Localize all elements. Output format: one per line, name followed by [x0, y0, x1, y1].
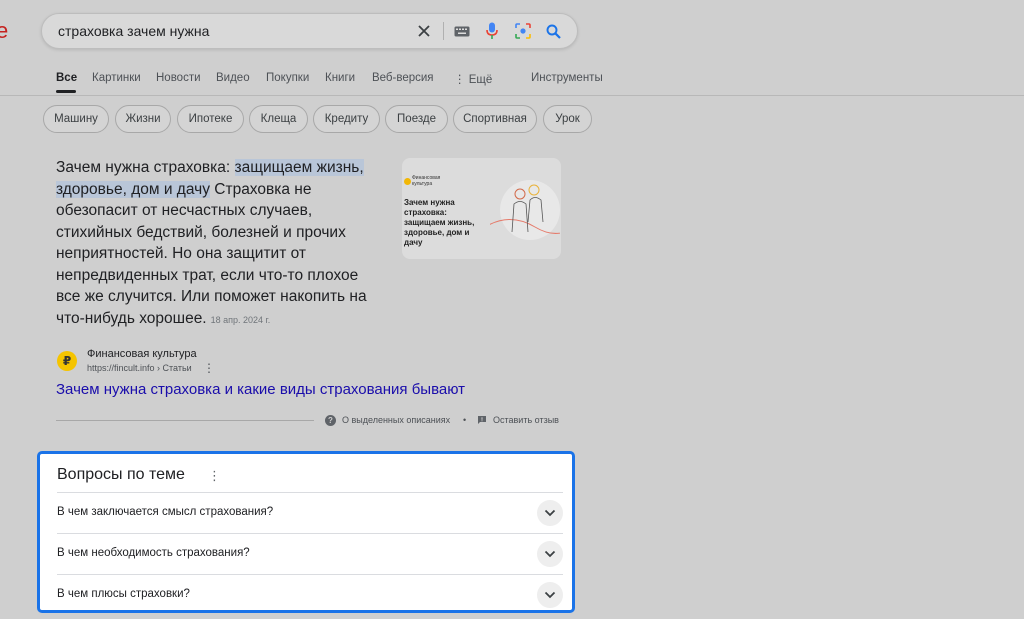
- question-text: В чем заключается смысл страхования?: [57, 506, 274, 518]
- brand-logo-icon: [404, 178, 411, 185]
- question-item[interactable]: В чем заключается смысл страхования?: [57, 492, 563, 534]
- separator-dot: •: [463, 415, 467, 425]
- tab-more[interactable]: ⋮ Ещё: [454, 72, 492, 86]
- snippet-lead: Зачем нужна страховка:: [56, 159, 235, 176]
- search-icon[interactable]: [542, 20, 564, 42]
- chip-sportivnaya[interactable]: Спортивная: [453, 105, 537, 133]
- search-input[interactable]: страховка зачем нужна: [58, 23, 209, 39]
- question-item[interactable]: В чем необходимость страхования?: [57, 533, 563, 575]
- divider: [56, 420, 314, 421]
- question-text: В чем необходимость страхования?: [57, 547, 250, 559]
- thumbnail-brand: Финансовая культура: [412, 175, 440, 187]
- tab-web[interactable]: Веб-версия: [372, 72, 434, 84]
- question-text: В чем плюсы страховки?: [57, 588, 190, 600]
- tab-all[interactable]: Все: [56, 72, 77, 84]
- tab-books[interactable]: Книги: [325, 72, 355, 84]
- thumbnail-title: Зачем нужна страховка: защищаем жизнь, з…: [404, 198, 475, 247]
- source-favicon[interactable]: ₽: [57, 351, 77, 371]
- chip-zhizni[interactable]: Жизни: [115, 105, 171, 133]
- source-url[interactable]: https://fincult.info › Статьи: [87, 363, 192, 373]
- lens-icon[interactable]: [512, 20, 534, 42]
- source-name[interactable]: Финансовая культура: [87, 348, 197, 360]
- tab-tools[interactable]: Инструменты: [531, 72, 603, 84]
- header-divider: [0, 95, 1024, 96]
- illustration-icon: [490, 180, 560, 240]
- related-questions-title: Вопросы по теме: [57, 466, 185, 483]
- chevron-down-icon[interactable]: [537, 582, 563, 608]
- tab-more-label: Ещё: [468, 74, 493, 86]
- feedback-link[interactable]: Оставить отзыв: [493, 415, 559, 425]
- chip-urok[interactable]: Урок: [543, 105, 592, 133]
- chevron-down-icon[interactable]: [537, 500, 563, 526]
- about-snippets-link[interactable]: О выделенных описаниях: [342, 415, 450, 425]
- keyboard-icon[interactable]: [451, 20, 473, 42]
- more-dots-icon: ⋮: [454, 74, 469, 86]
- microphone-icon[interactable]: [481, 20, 503, 42]
- tab-shopping[interactable]: Покупки: [266, 72, 309, 84]
- snippet-thumbnail[interactable]: Финансовая культура Зачем нужна страховка…: [402, 158, 561, 259]
- chevron-down-icon[interactable]: [537, 541, 563, 567]
- feedback-icon[interactable]: [477, 415, 487, 425]
- chip-ipoteke[interactable]: Ипотеке: [177, 105, 244, 133]
- related-questions-box: Вопросы по теме ⋮ В чем заключается смыс…: [37, 451, 575, 613]
- active-tab-indicator: [56, 90, 76, 93]
- help-icon[interactable]: ?: [325, 415, 336, 426]
- chip-kleshcha[interactable]: Клеща: [249, 105, 308, 133]
- divider: [443, 22, 444, 40]
- more-options-icon[interactable]: ⋮: [203, 361, 215, 375]
- thumbnail-brand-line: культура: [412, 181, 433, 187]
- search-bar[interactable]: страховка зачем нужна: [41, 13, 578, 49]
- snippet-date: 18 апр. 2024 г.: [210, 314, 271, 325]
- question-item[interactable]: В чем плюсы страховки?: [57, 574, 563, 616]
- more-options-icon[interactable]: ⋮: [208, 468, 221, 484]
- chip-poezde[interactable]: Поезде: [385, 105, 448, 133]
- result-title-link[interactable]: Зачем нужна страховка и какие виды страх…: [56, 381, 465, 398]
- clear-icon[interactable]: [413, 20, 435, 42]
- tab-images[interactable]: Картинки: [92, 72, 141, 84]
- tab-video[interactable]: Видео: [216, 72, 250, 84]
- featured-snippet-text: Зачем нужна страховка: защищаем жизнь, зд…: [56, 157, 386, 331]
- snippet-highlight: здоровье, дом и дачу: [56, 180, 210, 198]
- chip-kreditu[interactable]: Кредиту: [313, 105, 380, 133]
- snippet-body: Страховка не обезопасит от несчастных сл…: [56, 180, 367, 327]
- google-logo-fragment[interactable]: e: [0, 18, 8, 44]
- snippet-highlight: защищаем жизнь,: [234, 159, 364, 176]
- tab-news[interactable]: Новости: [156, 72, 201, 84]
- chip-mashinu[interactable]: Машину: [43, 105, 109, 133]
